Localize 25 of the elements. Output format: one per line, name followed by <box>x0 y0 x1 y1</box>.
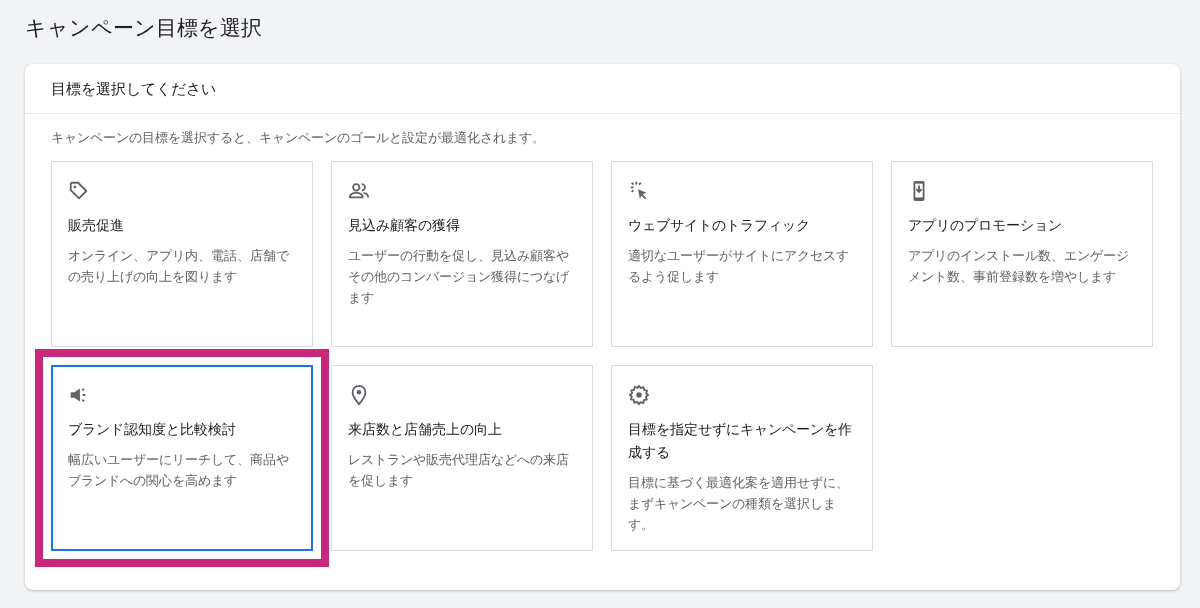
goal-description: アプリのインストール数、エンゲージメント数、事前登録数を増やします <box>908 247 1130 286</box>
goal-description: オンライン、アプリ内、電話、店舗での売り上げの向上を図ります <box>68 247 290 286</box>
goal-title: ウェブサイトのトラフィック <box>628 216 811 235</box>
settings-icon <box>628 384 650 406</box>
goal-card[interactable]: 目標を指定せずにキャンペーンを作成する 目標に基づく最適化案を適用せずに、まずキャンペーンの種類を選択します。 <box>611 365 873 551</box>
goal-title: アプリのプロモーション <box>908 216 1063 235</box>
goal-card[interactable]: ウェブサイトのトラフィック 適切なユーザーがサイトにアクセスするよう促します <box>611 161 873 347</box>
goal-card[interactable]: 来店数と店舗売上の向上 レストランや販売代理店などへの来店を促します <box>331 365 593 551</box>
goal-description: ユーザーの行動を促し、見込み顧客やその他のコンバージョン獲得につなげます <box>348 247 570 307</box>
goal-title: ブランド認知度と比較検討 <box>68 420 237 439</box>
goal-card[interactable]: 見込み顧客の獲得 ユーザーの行動を促し、見込み顧客やその他のコンバージョン獲得につなげます <box>331 161 593 347</box>
goal-title: 見込み顧客の獲得 <box>348 216 461 235</box>
page-title: キャンペーン目標を選択 <box>25 15 263 42</box>
goal-description: 目標に基づく最適化案を適用せずに、まずキャンペーンの種類を選択します。 <box>628 474 850 534</box>
goal-description: レストランや販売代理店などへの来店を促します <box>348 451 570 490</box>
goal-title: 販売促進 <box>68 216 125 235</box>
goal-title: 来店数と店舗売上の向上 <box>348 420 503 439</box>
goal-card[interactable]: アプリのプロモーション アプリのインストール数、エンゲージメント数、事前登録数を増やします <box>891 161 1153 347</box>
goal-card[interactable]: 販売促進 オンライン、アプリ内、電話、店舗での売り上げの向上を図ります <box>51 161 313 347</box>
goal-description: 幅広いユーザーにリーチして、商品やブランドへの関心を高めます <box>68 451 290 490</box>
panel-description: キャンペーンの目標を選択すると、キャンペーンのゴールと設定が最適化されます。 <box>50 129 546 147</box>
panel-header: 目標を選択してください <box>25 64 1180 114</box>
goal-description: 適切なユーザーがサイトにアクセスするよう促します <box>628 247 850 286</box>
tag-icon <box>68 180 90 202</box>
goal-title: 目標を指定せずにキャンペーンを作成する <box>628 420 853 462</box>
